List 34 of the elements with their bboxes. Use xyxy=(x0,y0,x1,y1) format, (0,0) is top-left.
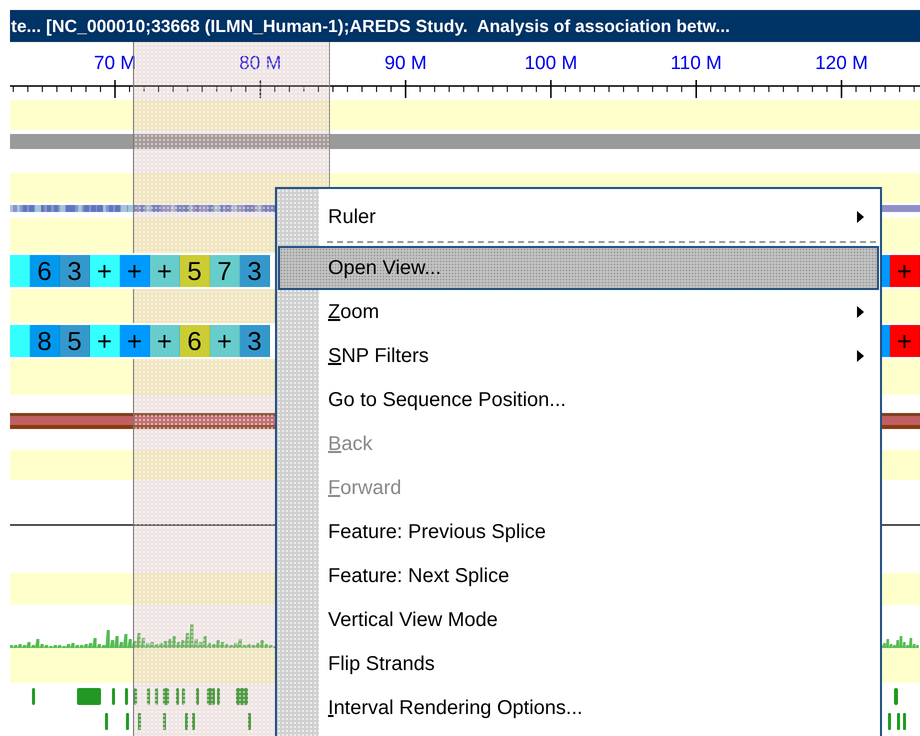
score-cell: 3 xyxy=(60,255,90,287)
ruler-label: 110 M xyxy=(670,53,722,74)
menu-item[interactable]: Vertical View Mode xyxy=(278,598,879,642)
menu-item[interactable]: Go to Sequence Position... xyxy=(278,378,879,422)
menu-item[interactable]: Zoom xyxy=(278,290,879,334)
ruler-label: 80 M xyxy=(239,53,282,74)
window-title: te... [NC_000010;33668 (ILMN_Human-1);AREDS Study. Analysis of association betw... xyxy=(10,10,920,42)
menu-item[interactable]: SNP Filters xyxy=(278,334,879,378)
menu-item[interactable]: Feature: Next Splice xyxy=(278,554,879,598)
score-cell: 5 xyxy=(180,255,210,287)
score-cell: + xyxy=(90,325,120,357)
score-cell: + xyxy=(150,255,180,287)
score-cell: 3 xyxy=(240,325,270,357)
score-cell: + xyxy=(890,325,920,357)
score-cell: 6 xyxy=(180,325,210,357)
ruler-label: 90 M xyxy=(384,53,427,74)
score-cell: 6 xyxy=(30,255,60,287)
score-cell: + xyxy=(120,325,150,357)
score-cell: + xyxy=(90,255,120,287)
menu-item[interactable]: Interval Rendering Options... xyxy=(278,686,879,730)
score-cell: + xyxy=(210,325,240,357)
score-cell: + xyxy=(890,255,920,287)
score-cell: 5 xyxy=(60,325,90,357)
menu-item[interactable]: Feature: Previous Splice xyxy=(278,510,879,554)
menu-item[interactable]: Ruler xyxy=(278,195,879,239)
score-cell: + xyxy=(120,255,150,287)
ruler-label: 100 M xyxy=(524,53,578,74)
menu-item[interactable]: Flip Strands xyxy=(278,642,879,686)
score-cell: + xyxy=(150,325,180,357)
ruler-label: 120 M xyxy=(815,53,868,74)
score-cell: 3 xyxy=(240,255,270,287)
score-cell: 8 xyxy=(30,325,60,357)
menu-item[interactable]: Open View... xyxy=(278,246,879,290)
score-cell: 7 xyxy=(210,255,240,287)
